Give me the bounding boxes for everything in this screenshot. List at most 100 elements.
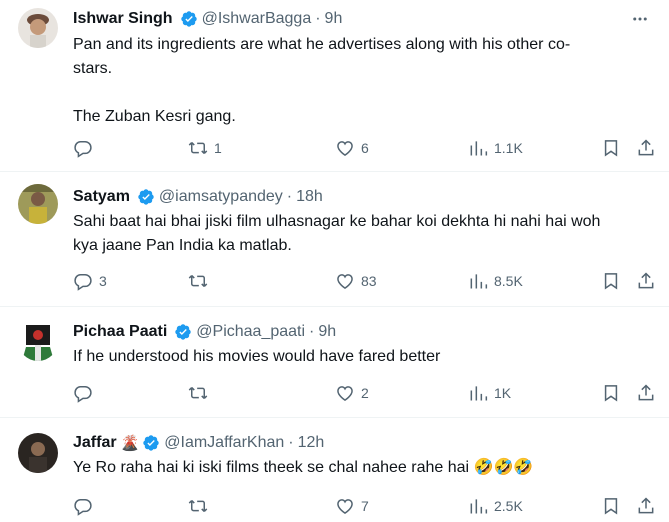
- share-button[interactable]: [636, 138, 656, 158]
- avatar[interactable]: [18, 321, 58, 361]
- like-button[interactable]: 7: [335, 496, 369, 516]
- reply-feed: Ishwar Singh @IshwarBagga · 9h Pan and i…: [0, 0, 669, 522]
- bookmark-button[interactable]: [601, 496, 621, 516]
- views-button[interactable]: 1K: [468, 383, 511, 403]
- action-bar: 7 2.5K: [73, 496, 656, 516]
- display-name[interactable]: Jaffar: [73, 434, 117, 452]
- repost-button[interactable]: [188, 271, 214, 291]
- reply-button[interactable]: [73, 383, 99, 403]
- tweet[interactable]: Ishwar Singh @IshwarBagga · 9h Pan and i…: [0, 0, 669, 172]
- view-count: 2.5K: [494, 498, 523, 514]
- tweet-header: Pichaa Paati @Pichaa_paati · 9h: [73, 321, 336, 343]
- share-button[interactable]: [636, 496, 656, 516]
- share-icon: [638, 272, 654, 289]
- bookmark-button[interactable]: [601, 383, 621, 403]
- view-count: 1K: [494, 385, 512, 401]
- reply-button[interactable]: [73, 138, 99, 158]
- timestamp[interactable]: 12h: [298, 434, 325, 452]
- display-name[interactable]: Ishwar Singh: [73, 10, 173, 28]
- share-icon: [638, 497, 654, 514]
- bookmark-icon: [604, 385, 618, 402]
- views-icon: [470, 274, 488, 289]
- like-icon: [337, 141, 353, 156]
- like-count: 2: [361, 385, 369, 401]
- repost-icon: [188, 387, 208, 399]
- name-emoji: 🌋: [120, 435, 140, 452]
- bookmark-icon: [604, 273, 618, 290]
- like-button[interactable]: 6: [335, 138, 369, 158]
- timestamp[interactable]: 9h: [325, 10, 343, 28]
- tweet-text: Sahi baat hai bhai jiski film ulhasnagar…: [73, 213, 601, 254]
- user-handle[interactable]: @iamsatypandey: [159, 188, 283, 206]
- bookmark-button[interactable]: [601, 271, 621, 291]
- user-handle[interactable]: @Pichaa_paati: [196, 323, 305, 341]
- verified-badge-icon: [143, 435, 159, 451]
- verified-badge-icon: [180, 11, 197, 27]
- display-name[interactable]: Pichaa Paati: [73, 323, 167, 341]
- reply-icon: [74, 274, 92, 291]
- like-icon: [337, 386, 353, 401]
- avatar[interactable]: [18, 433, 58, 473]
- timestamp[interactable]: 9h: [318, 323, 336, 341]
- tweet-header: Satyam @iamsatypandey · 18h: [73, 186, 323, 208]
- tweet-text: If he understood his movies would have f…: [73, 348, 441, 365]
- share-button[interactable]: [636, 271, 656, 291]
- reply-button[interactable]: [73, 496, 99, 516]
- verified-badge-icon: [138, 189, 154, 205]
- more-icon[interactable]: [629, 8, 651, 30]
- view-count: 8.5K: [494, 273, 523, 289]
- reply-icon: [74, 386, 92, 403]
- tweet[interactable]: Satyam @iamsatypandey · 18h Sahi baat ha…: [0, 172, 669, 307]
- views-icon: [470, 499, 488, 514]
- like-count: 7: [361, 498, 369, 514]
- repost-icon: [188, 500, 208, 512]
- repost-icon: [188, 142, 208, 154]
- separator-dot: ·: [315, 10, 321, 27]
- views-icon: [470, 386, 488, 401]
- views-button[interactable]: 2.5K: [468, 496, 523, 516]
- tweet-header: Ishwar Singh @IshwarBagga · 9h: [73, 8, 342, 30]
- share-icon: [638, 384, 654, 401]
- views-button[interactable]: 1.1K: [468, 138, 523, 158]
- display-name[interactable]: Satyam: [73, 188, 130, 206]
- bookmark-icon: [604, 140, 618, 157]
- separator-dot: ·: [288, 434, 294, 451]
- share-button[interactable]: [636, 383, 656, 403]
- share-icon: [638, 139, 654, 156]
- tweet-text: Pan and its ingredients are what he adve…: [73, 36, 571, 125]
- like-count: 6: [361, 140, 369, 156]
- avatar[interactable]: [18, 8, 58, 48]
- repost-count: 1: [214, 140, 222, 156]
- reply-icon: [74, 141, 92, 158]
- repost-button[interactable]: [188, 496, 214, 516]
- tweet-text: Ye Ro raha hai ki iski films theek se ch…: [73, 459, 534, 476]
- view-count: 1.1K: [494, 140, 523, 156]
- like-button[interactable]: 83: [335, 271, 377, 291]
- repost-button[interactable]: 1: [188, 138, 222, 158]
- tweet[interactable]: Jaffar 🌋 @IamJaffarKhan · 12h Ye Ro raha…: [0, 418, 669, 522]
- reply-button[interactable]: 3: [73, 271, 107, 291]
- reply-count: 3: [99, 273, 107, 289]
- separator-dot: ·: [286, 188, 293, 205]
- reply-icon: [74, 499, 92, 516]
- action-bar: 2 1K: [73, 383, 656, 403]
- repost-button[interactable]: [188, 383, 214, 403]
- like-count: 83: [361, 273, 377, 289]
- verified-badge-icon: [175, 324, 191, 340]
- user-handle[interactable]: @IamJaffarKhan: [164, 434, 284, 452]
- tweet[interactable]: Pichaa Paati @Pichaa_paati · 9h If he un…: [0, 307, 669, 418]
- separator-dot: ·: [309, 323, 315, 340]
- timestamp[interactable]: 18h: [296, 188, 323, 206]
- bookmark-button[interactable]: [601, 138, 621, 158]
- repost-icon: [188, 275, 208, 287]
- like-button[interactable]: 2: [335, 383, 369, 403]
- like-icon: [337, 499, 353, 514]
- action-bar: 1 6 1.1K: [73, 138, 656, 158]
- like-icon: [337, 274, 353, 289]
- views-icon: [470, 141, 488, 156]
- views-button[interactable]: 8.5K: [468, 271, 523, 291]
- bookmark-icon: [604, 498, 618, 515]
- avatar[interactable]: [18, 184, 58, 224]
- action-bar: 3 83 8.5K: [73, 271, 656, 291]
- user-handle[interactable]: @IshwarBagga: [202, 10, 312, 28]
